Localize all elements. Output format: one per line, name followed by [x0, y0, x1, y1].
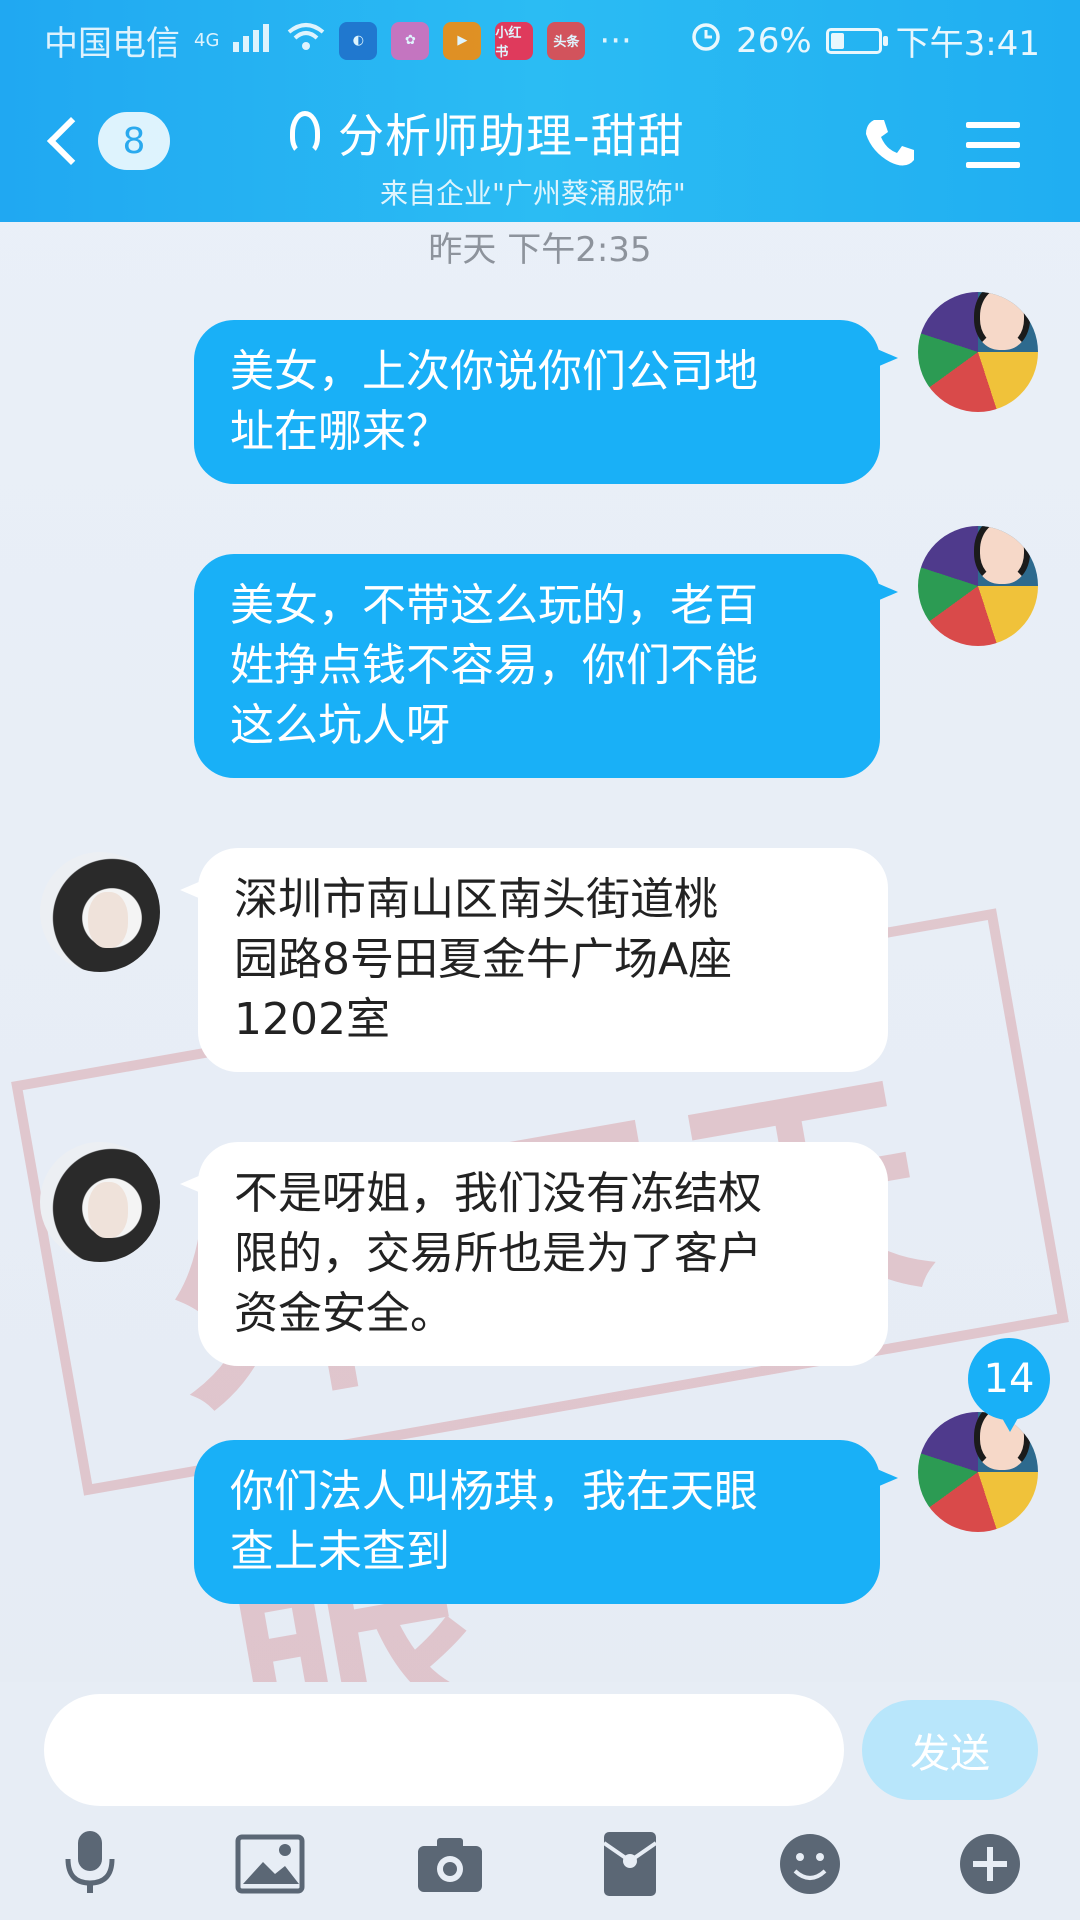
message-bubble-received[interactable]: 深圳市南山区南头街道桃 园路8号田夏金牛广场A座 1202室	[180, 848, 888, 1072]
battery-icon	[825, 27, 888, 54]
menu-icon-line	[966, 142, 1020, 148]
message-line: 不是呀姐，我们没有冻结权	[234, 1168, 762, 1219]
app-notification-icon: ◐	[339, 21, 378, 60]
message-line: 查上未查到	[230, 1526, 450, 1577]
chat-subtitle: 来自企业"广州葵涌服饰"	[380, 177, 686, 210]
message-line: 资金安全。	[234, 1288, 454, 1339]
chat-title: 分析师助理-甜甜	[338, 109, 685, 163]
status-bar: 中国电信 4G ◐ ✿ ▶ 小红书 头条 ··· 26% 下午3:41	[0, 0, 1080, 74]
battery-level	[830, 32, 844, 49]
message-bubble-sent[interactable]: 美女，不带这么玩的，老百 姓挣点钱不容易，你们不能 这么坑人呀	[194, 554, 898, 778]
wifi-icon	[287, 21, 325, 61]
new-messages-badge[interactable]: 14	[968, 1338, 1050, 1432]
my-avatar[interactable]	[918, 526, 1038, 646]
carrier-label: 中国电信	[44, 24, 180, 64]
camera-icon[interactable]	[410, 1824, 490, 1904]
app-notification-icon: 头条	[547, 21, 586, 60]
phone-icon	[866, 120, 914, 166]
chat-title-area[interactable]: 分析师助理-甜甜 来自企业"广州葵涌服饰"	[290, 100, 790, 212]
message-line: 你们法人叫杨琪，我在天眼	[230, 1466, 758, 1517]
chat-screen: 中国电信 4G ◐ ✿ ▶ 小红书 头条 ··· 26% 下午3:41 8 分析…	[0, 0, 1080, 1920]
battery-percent: 26%	[736, 20, 812, 61]
emoji-icon[interactable]	[770, 1824, 850, 1904]
message-bubble-received[interactable]: 不是呀姐，我们没有冻结权 限的，交易所也是为了客户 资金安全。	[180, 1142, 888, 1366]
header: 中国电信 4G ◐ ✿ ▶ 小红书 头条 ··· 26% 下午3:41 8 分析…	[0, 0, 1080, 222]
app-notification-icon: 小红书	[495, 21, 534, 60]
avatar-face	[974, 526, 1030, 584]
message-line: 姓挣点钱不容易，你们不能	[230, 640, 758, 691]
message-line: 美女，上次你说你们公司地	[230, 346, 758, 397]
status-right: 26% 下午3:41	[690, 16, 1040, 65]
message-line: 址在哪来？	[230, 406, 450, 457]
status-left: 中国电信 4G ◐ ✿ ▶ 小红书 头条 ···	[44, 16, 632, 65]
red-packet-icon[interactable]	[590, 1824, 670, 1904]
message-line: 深圳市南山区南头街道桃	[234, 874, 718, 925]
clock: 下午3:41	[895, 24, 1040, 64]
message-line: 园路8号田夏金牛广场A座	[234, 934, 733, 985]
message-line: 这么坑人呀	[230, 700, 450, 751]
plus-icon[interactable]	[950, 1824, 1030, 1904]
contact-avatar[interactable]	[40, 852, 160, 972]
image-icon[interactable]	[230, 1824, 310, 1904]
contact-avatar[interactable]	[40, 1142, 160, 1262]
navigation-bar: 8 分析师助理-甜甜 来自企业"广州葵涌服饰"	[0, 74, 1080, 222]
message-bubble-sent[interactable]: 美女，上次你说你们公司地 址在哪来？	[194, 320, 898, 484]
back-button[interactable]: 8	[44, 112, 170, 170]
message-line: 1202室	[234, 994, 390, 1045]
message-timestamp: 昨天 下午2:35	[428, 230, 652, 270]
app-notification-icon: ▶	[443, 21, 482, 60]
menu-button[interactable]	[966, 122, 1020, 168]
app-notification-icon: ✿	[391, 21, 430, 60]
message-line: 限的，交易所也是为了客户	[234, 1228, 762, 1279]
menu-icon-line	[966, 162, 1020, 168]
title-row: 分析师助理-甜甜	[290, 100, 790, 166]
network-type: 4G	[194, 30, 220, 51]
send-button[interactable]: 发送	[862, 1700, 1038, 1800]
more-notifications: ···	[599, 20, 632, 61]
message-list[interactable]: 昨天 下午2:35 外汇天眼 美女，上次你说你们公司地 址在哪来？ 美女，不带这…	[0, 222, 1080, 1791]
my-avatar[interactable]	[918, 292, 1038, 412]
menu-icon-line	[966, 122, 1020, 128]
input-bar: 发送	[0, 1682, 1080, 1920]
avatar-face	[88, 1182, 128, 1238]
message-input[interactable]	[44, 1694, 844, 1806]
call-button[interactable]	[860, 114, 920, 174]
my-avatar[interactable]	[918, 1412, 1038, 1532]
watermark-text: 外汇天眼	[149, 1038, 966, 1791]
message-line: 美女，不带这么玩的，老百	[230, 580, 758, 631]
message-bubble-sent[interactable]: 你们法人叫杨琪，我在天眼 查上未查到	[194, 1440, 898, 1604]
ear-icon	[290, 111, 320, 155]
alarm-icon	[690, 20, 722, 61]
microphone-icon[interactable]	[50, 1824, 130, 1904]
avatar-face	[974, 292, 1030, 350]
unread-count: 8	[98, 112, 170, 170]
signal-icon	[233, 21, 273, 61]
chevron-left-icon	[46, 116, 96, 166]
avatar-face	[88, 892, 128, 948]
